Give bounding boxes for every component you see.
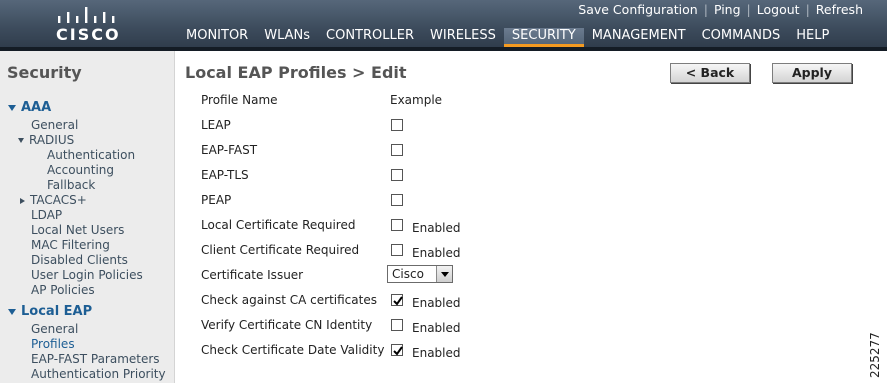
cisco-logo-text: CISCO [56, 25, 121, 44]
enabled-label: Enabled [412, 221, 461, 235]
form-row-leap: LEAP [0, 118, 887, 138]
verify-cn-identity-label: Verify Certificate CN Identity [201, 318, 373, 332]
form-row-eap-fast: EAP-FAST [0, 143, 887, 163]
form-row-client-certificate-required: Client Certificate Required Enabled [0, 243, 887, 263]
eap-tls-label: EAP-TLS [201, 168, 249, 182]
nav-help[interactable]: HELP [788, 28, 837, 47]
eap-fast-label: EAP-FAST [201, 143, 258, 157]
nav-wlans[interactable]: WLANs [256, 28, 318, 47]
form-row-check-ca-certificates: Check against CA certificates Enabled [0, 293, 887, 313]
enabled-label: Enabled [412, 346, 461, 360]
certificate-issuer-value: Cisco [392, 267, 424, 281]
check-ca-certificates-label: Check against CA certificates [201, 293, 377, 307]
checkmark-icon [393, 296, 403, 306]
nav-monitor[interactable]: MONITOR [178, 28, 256, 47]
form-row-peap: PEAP [0, 193, 887, 213]
certificate-issuer-label: Certificate Issuer [201, 268, 304, 282]
nav-security[interactable]: SECURITY [503, 28, 584, 47]
profile-name-label: Profile Name [201, 93, 278, 107]
checkmark-icon [393, 346, 403, 356]
cisco-logo: CISCO [52, 6, 122, 44]
apply-button[interactable]: Apply [772, 63, 852, 83]
check-date-validity-checkbox[interactable] [391, 344, 403, 356]
leap-label: LEAP [201, 118, 231, 132]
client-certificate-required-label: Client Certificate Required [201, 243, 360, 257]
dropdown-arrow-icon[interactable] [436, 266, 452, 282]
eap-tls-checkbox[interactable] [391, 169, 403, 181]
certificate-issuer-select[interactable]: Cisco [387, 265, 453, 283]
ping-link[interactable]: Ping [708, 2, 747, 17]
profile-name-value: Example [390, 93, 443, 107]
form-row-certificate-issuer: Certificate Issuer Cisco [0, 265, 887, 288]
form-row-check-date-validity: Check Certificate Date Validity Enabled [0, 343, 887, 363]
verify-cn-identity-checkbox[interactable] [391, 319, 403, 331]
enabled-label: Enabled [412, 321, 461, 335]
eap-fast-checkbox[interactable] [391, 144, 403, 156]
nav-commands[interactable]: COMMANDS [694, 28, 789, 47]
nav-management[interactable]: MANAGEMENT [584, 28, 694, 47]
save-configuration-link[interactable]: Save Configuration [572, 2, 703, 17]
check-date-validity-label: Check Certificate Date Validity [201, 343, 385, 357]
local-certificate-required-checkbox[interactable] [391, 219, 403, 231]
back-button[interactable]: < Back [670, 63, 750, 83]
sidebar-title: Security [7, 63, 82, 82]
logout-link[interactable]: Logout [751, 2, 806, 17]
page-title: Local EAP Profiles > Edit [185, 63, 407, 82]
leap-checkbox[interactable] [391, 119, 403, 131]
peap-checkbox[interactable] [391, 194, 403, 206]
peap-label: PEAP [201, 193, 232, 207]
form-row-local-certificate-required: Local Certificate Required Enabled [0, 218, 887, 238]
document-id: 225277 [868, 332, 882, 378]
cisco-bars-icon [58, 7, 115, 23]
form-row-profile-name: Profile Name Example [0, 93, 887, 113]
utility-links: Save Configuration | Ping | Logout | Ref… [572, 2, 869, 17]
main-nav: MONITOR WLANs CONTROLLER WIRELESS SECURI… [178, 28, 837, 48]
form-row-verify-cn-identity: Verify Certificate CN Identity Enabled [0, 318, 887, 338]
nav-controller[interactable]: CONTROLLER [318, 28, 422, 47]
local-certificate-required-label: Local Certificate Required [201, 218, 356, 232]
enabled-label: Enabled [412, 296, 461, 310]
nav-wireless[interactable]: WIRELESS [422, 28, 504, 47]
form-row-eap-tls: EAP-TLS [0, 168, 887, 188]
client-certificate-required-checkbox[interactable] [391, 244, 403, 256]
sidebar-item-authentication-priority[interactable]: Authentication Priority [31, 367, 166, 381]
refresh-link[interactable]: Refresh [810, 2, 869, 17]
check-ca-certificates-checkbox[interactable] [391, 294, 403, 306]
enabled-label: Enabled [412, 246, 461, 260]
